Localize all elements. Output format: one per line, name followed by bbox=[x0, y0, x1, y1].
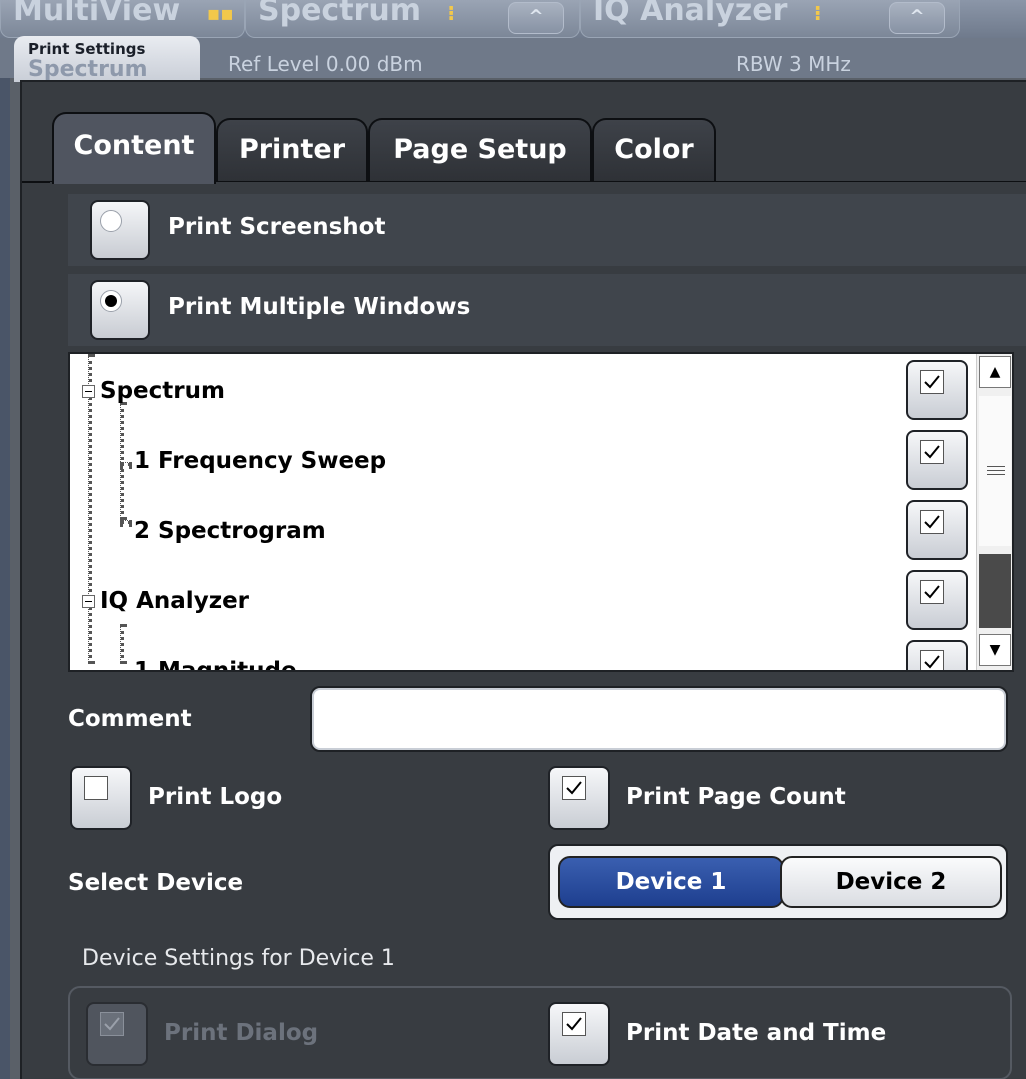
radio-on-icon bbox=[100, 290, 122, 312]
tab-color[interactable]: Color bbox=[592, 118, 716, 182]
comment-label: Comment bbox=[68, 706, 192, 732]
checkmark-icon bbox=[920, 650, 944, 670]
device-1-button[interactable]: Device 1 bbox=[558, 856, 784, 908]
print-settings-tab: Print Settings Spectrum bbox=[14, 36, 200, 82]
tree-checkbox-iq-analyzer[interactable] bbox=[906, 570, 968, 630]
collapse-icon[interactable]: ^ bbox=[889, 2, 945, 34]
grid-icon: ▪▪ bbox=[206, 1, 234, 25]
checkmark-icon bbox=[920, 510, 944, 534]
background-left-strip bbox=[0, 78, 10, 1079]
tree-checkbox-magnitude[interactable] bbox=[906, 640, 968, 670]
tree-item-spectrogram[interactable]: 2 Spectrogram bbox=[70, 496, 968, 566]
radio-print-screenshot-row: Print Screenshot bbox=[68, 194, 1026, 266]
print-settings-label: Print Settings bbox=[28, 40, 146, 58]
checkmark-icon bbox=[100, 1012, 124, 1036]
radio-print-multiple[interactable] bbox=[90, 280, 150, 340]
dialog-tab-bar: Content Printer Page Setup Color bbox=[22, 112, 1026, 184]
print-dialog-checkbox[interactable] bbox=[86, 1002, 148, 1066]
tree-checkbox-spectrum[interactable] bbox=[906, 360, 968, 420]
print-date-time-checkbox[interactable] bbox=[548, 1002, 610, 1066]
tree-item-iq-analyzer[interactable]: IQ Analyzer bbox=[70, 566, 968, 636]
tree-item-label: Spectrum bbox=[100, 378, 225, 404]
tree-item-label: 1 Magnitude bbox=[134, 658, 297, 672]
tree-scrollbar[interactable]: ▲ ▼ bbox=[976, 354, 1012, 670]
tab-page-setup[interactable]: Page Setup bbox=[368, 118, 592, 182]
tab-color-label: Color bbox=[614, 134, 694, 165]
window-tree-list: Spectrum 1 Frequency Sweep 2 Spectrogram bbox=[68, 352, 1014, 672]
print-settings-dialog: Content Printer Page Setup Color Print S… bbox=[20, 80, 1026, 1079]
collapse-icon[interactable] bbox=[82, 385, 95, 398]
collapse-icon[interactable]: ^ bbox=[508, 2, 564, 34]
tree-checkbox-frequency-sweep[interactable] bbox=[906, 430, 968, 490]
radio-print-multiple-label: Print Multiple Windows bbox=[168, 294, 471, 320]
tab-iq-analyzer[interactable]: IQ Analyzer ⁝ ^ bbox=[580, 0, 960, 38]
print-logo-label: Print Logo bbox=[148, 784, 283, 810]
scroll-thumb[interactable] bbox=[979, 396, 1011, 546]
grip-icon bbox=[987, 466, 1005, 478]
print-date-time-label: Print Date and Time bbox=[626, 1020, 887, 1046]
radio-off-icon bbox=[100, 210, 122, 232]
tree-item-label: IQ Analyzer bbox=[100, 588, 250, 614]
checkmark-icon bbox=[920, 370, 944, 394]
checkmark-icon bbox=[920, 440, 944, 464]
select-device-label: Select Device bbox=[68, 870, 244, 896]
tab-page-setup-label: Page Setup bbox=[393, 134, 567, 165]
tree-item-label: 1 Frequency Sweep bbox=[134, 448, 387, 474]
device-2-button[interactable]: Device 2 bbox=[780, 856, 1002, 908]
radio-print-screenshot-label: Print Screenshot bbox=[168, 214, 386, 240]
tab-multiview-label: MultiView bbox=[13, 0, 181, 28]
menu-dots-icon: ⁝ bbox=[813, 1, 822, 25]
print-page-count-label: Print Page Count bbox=[626, 784, 846, 810]
scroll-up-icon[interactable]: ▲ bbox=[979, 356, 1011, 388]
tab-content[interactable]: Content bbox=[52, 112, 216, 184]
tab-printer-label: Printer bbox=[238, 134, 346, 165]
app-tab-bar: MultiView ▪▪ Spectrum ⁝ ^ IQ Analyzer ⁝ … bbox=[0, 0, 1026, 38]
tab-multiview[interactable]: MultiView ▪▪ bbox=[0, 0, 245, 38]
ref-level-info: Ref Level 0.00 dBm bbox=[228, 52, 423, 76]
print-logo-checkbox[interactable] bbox=[70, 766, 132, 830]
device-selector: Device 1 Device 2 bbox=[548, 844, 1008, 920]
tree-item-spectrum[interactable]: Spectrum bbox=[70, 356, 968, 426]
tree-item-frequency-sweep[interactable]: 1 Frequency Sweep bbox=[70, 426, 968, 496]
tab-spectrum[interactable]: Spectrum ⁝ ^ bbox=[245, 0, 580, 38]
checkmark-icon bbox=[562, 1012, 586, 1036]
tree-checkbox-spectrogram[interactable] bbox=[906, 500, 968, 560]
device-settings-title: Device Settings for Device 1 bbox=[82, 946, 395, 971]
radio-print-multiple-row: Print Multiple Windows bbox=[68, 274, 1026, 346]
tab-printer[interactable]: Printer bbox=[216, 118, 368, 182]
checkmark-icon bbox=[562, 776, 586, 800]
tab-content-label: Content bbox=[73, 130, 195, 161]
scroll-down-icon[interactable]: ▼ bbox=[979, 634, 1011, 666]
radio-print-screenshot[interactable] bbox=[90, 200, 150, 260]
scroll-track[interactable] bbox=[979, 554, 1011, 628]
checkmark-icon bbox=[920, 580, 944, 604]
print-dialog-label: Print Dialog bbox=[164, 1020, 319, 1046]
menu-dots-icon: ⁝ bbox=[447, 1, 456, 25]
print-page-count-checkbox[interactable] bbox=[548, 766, 610, 830]
rbw-info: RBW 3 MHz bbox=[736, 52, 851, 76]
ghost-channel-label: Spectrum bbox=[28, 57, 148, 82]
checkbox-empty-icon bbox=[84, 776, 108, 800]
tree-item-magnitude[interactable]: 1 Magnitude bbox=[70, 636, 968, 672]
collapse-icon[interactable] bbox=[82, 595, 95, 608]
tab-spectrum-label: Spectrum bbox=[258, 0, 421, 28]
comment-input[interactable] bbox=[310, 686, 1008, 752]
tree-item-label: 2 Spectrogram bbox=[134, 518, 326, 544]
tab-iq-analyzer-label: IQ Analyzer bbox=[593, 0, 788, 28]
